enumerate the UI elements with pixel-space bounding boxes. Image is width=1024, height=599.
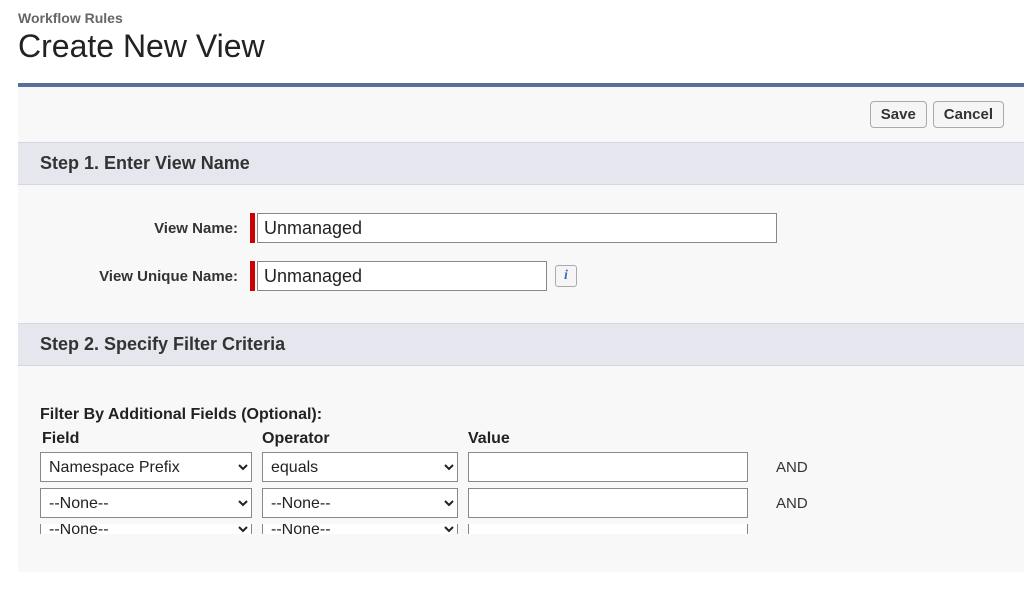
filter-row: --None-- --None-- <box>40 524 1002 534</box>
filter-value-input[interactable] <box>468 488 748 518</box>
filter-value-input[interactable] <box>468 452 748 482</box>
view-unique-name-input[interactable] <box>257 261 547 291</box>
save-button[interactable]: Save <box>870 101 927 128</box>
view-name-label: View Name: <box>40 220 250 237</box>
filter-header-row: Field Operator Value <box>40 430 1002 448</box>
step1-header: Step 1. Enter View Name <box>18 142 1024 185</box>
filter-row: Namespace Prefix equals AND <box>40 452 1002 482</box>
info-icon[interactable]: i <box>555 265 577 287</box>
view-unique-name-row: View Unique Name: i <box>40 261 1002 291</box>
filter-heading: Filter By Additional Fields (Optional): <box>40 406 1002 424</box>
col-header-operator: Operator <box>262 430 468 448</box>
filter-conjunction: AND <box>776 495 808 512</box>
view-unique-name-label: View Unique Name: <box>40 268 250 285</box>
filter-operator-select[interactable]: --None-- <box>262 524 458 534</box>
page-title: Create New View <box>18 28 1024 65</box>
filter-row: --None-- --None-- AND <box>40 488 1002 518</box>
filter-operator-select[interactable]: equals <box>262 452 458 482</box>
step2-header: Step 2. Specify Filter Criteria <box>18 323 1024 366</box>
action-bar: Save Cancel <box>18 87 1024 142</box>
required-indicator <box>250 261 255 291</box>
filter-operator-select[interactable]: --None-- <box>262 488 458 518</box>
step1-body: View Name: View Unique Name: i <box>18 185 1024 323</box>
filter-value-input[interactable] <box>468 524 748 534</box>
breadcrumb: Workflow Rules <box>18 10 1024 26</box>
view-panel: Save Cancel Step 1. Enter View Name View… <box>18 83 1024 572</box>
required-indicator <box>250 213 255 243</box>
view-name-input[interactable] <box>257 213 777 243</box>
step2-body: Filter By Additional Fields (Optional): … <box>18 406 1024 572</box>
filter-conjunction: AND <box>776 459 808 476</box>
col-header-value: Value <box>468 430 748 448</box>
filter-field-select[interactable]: --None-- <box>40 524 252 534</box>
filter-field-select[interactable]: Namespace Prefix <box>40 452 252 482</box>
filter-field-select[interactable]: --None-- <box>40 488 252 518</box>
cancel-button[interactable]: Cancel <box>933 101 1004 128</box>
view-name-row: View Name: <box>40 213 1002 243</box>
col-header-field: Field <box>40 430 262 448</box>
